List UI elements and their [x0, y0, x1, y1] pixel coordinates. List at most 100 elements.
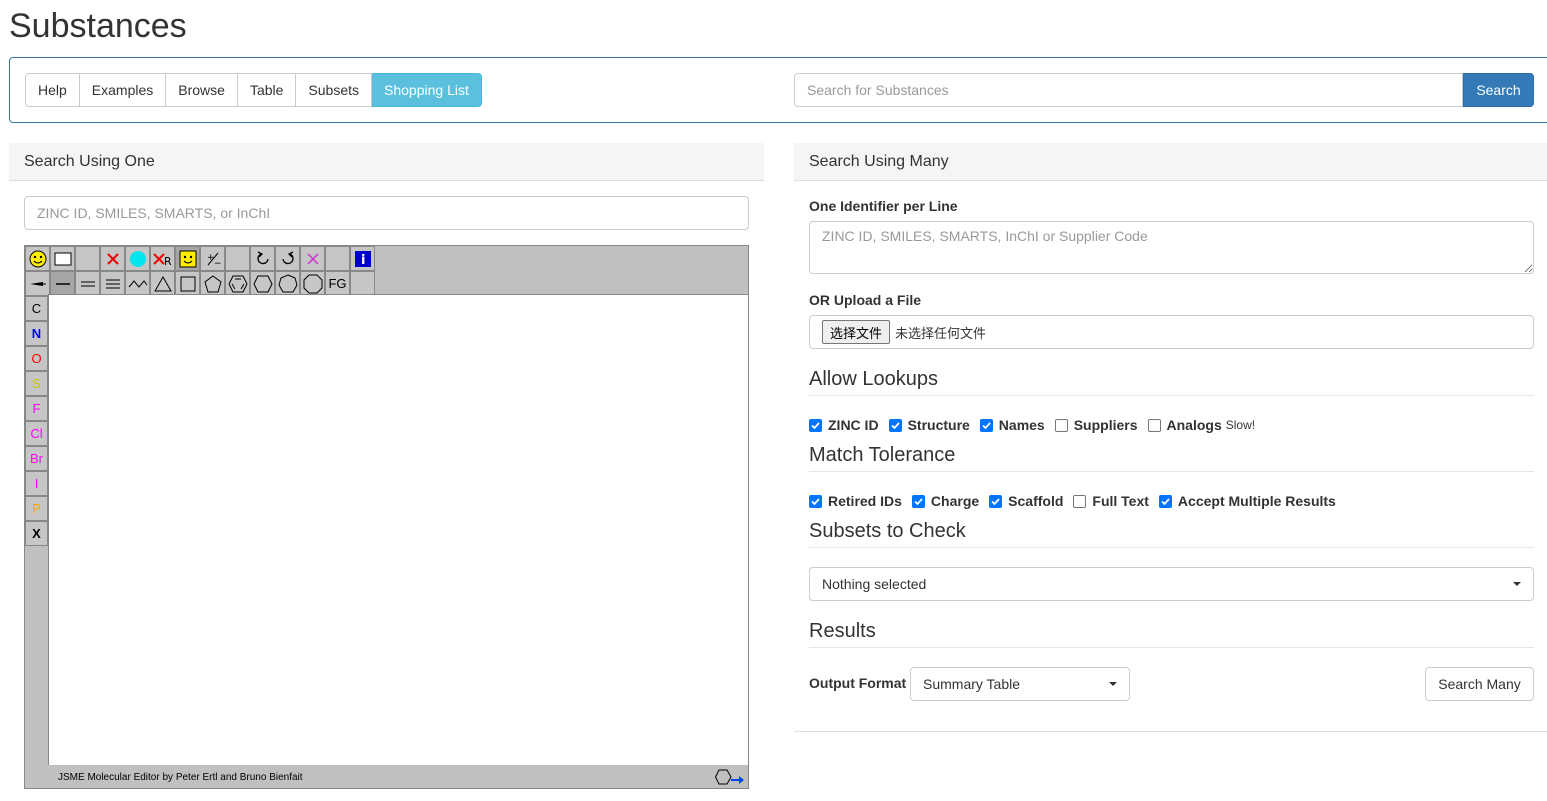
atom-button[interactable]: P [25, 496, 48, 521]
svg-text:−: − [214, 259, 221, 267]
charge-icon[interactable]: + − [200, 246, 225, 271]
checkbox-checked-icon[interactable] [809, 418, 822, 432]
ring-3-icon[interactable] [150, 271, 175, 296]
tab-subsets[interactable]: Subsets [296, 73, 373, 107]
match-tolerance-heading: Match Tolerance [809, 443, 1534, 472]
single-identifier-input[interactable] [24, 196, 749, 230]
atom-button[interactable]: Br [25, 446, 48, 471]
tab-help[interactable]: Help [25, 73, 80, 107]
functional-group-button[interactable]: FG [325, 271, 350, 296]
checkbox-option[interactable]: Analogs Slow! [1147, 417, 1255, 433]
redo-icon[interactable] [275, 246, 300, 271]
checkbox-label: Structure [907, 417, 970, 433]
atom-button[interactable]: C [25, 296, 48, 321]
checkbox-checked-icon[interactable] [911, 494, 925, 508]
template-smiley-icon[interactable] [175, 246, 200, 271]
jsme-logo-icon[interactable] [714, 768, 745, 786]
checkbox-option[interactable]: Names [979, 417, 1045, 433]
page-title: Substances [9, 7, 187, 45]
checkbox-checked-icon[interactable] [1158, 494, 1172, 508]
triple-bond-icon[interactable] [100, 271, 125, 296]
ring-8-icon[interactable] [300, 271, 325, 296]
checkbox-option[interactable]: Retired IDs [809, 493, 902, 509]
top-navbar: Help Examples Browse Table Subsets Shopp… [9, 57, 1547, 123]
choose-file-button[interactable]: 选择文件 [822, 320, 891, 344]
ring-4-icon[interactable] [175, 271, 200, 296]
jsme-credit: JSME Molecular Editor by Peter Ertl and … [58, 772, 303, 783]
stereo-bond-icon[interactable] [25, 271, 50, 296]
allow-lookups-heading: Allow Lookups [809, 367, 1534, 396]
checkbox-option[interactable]: Charge [911, 493, 980, 509]
blank-tool-2[interactable] [225, 246, 250, 271]
checkbox-unchecked-icon[interactable] [1054, 418, 1068, 432]
caret-down-icon [1109, 682, 1117, 686]
chain-icon[interactable] [125, 271, 150, 296]
atom-button[interactable]: O [25, 346, 48, 371]
checkbox-label: Full Text [1092, 493, 1149, 509]
atom-button[interactable]: F [25, 396, 48, 421]
checkbox-checked-icon[interactable] [979, 418, 993, 432]
editor-atom-palette: C N O S F Cl Br I P X [25, 296, 48, 546]
match-tolerance-options: Retired IDs Charge Scaffold Full Text Accept… [809, 493, 1346, 509]
checkbox-option[interactable]: Scaffold [989, 493, 1063, 509]
checkbox-option[interactable]: ZINC ID [809, 417, 879, 433]
mark-icon[interactable] [300, 246, 325, 271]
atom-button[interactable]: Cl [25, 421, 48, 446]
subsets-heading: Subsets to Check [809, 519, 1534, 548]
search-many-button[interactable]: Search Many [1425, 667, 1534, 701]
nav-tabs: Help Examples Browse Table Subsets Shopp… [25, 73, 482, 107]
identifiers-textarea[interactable] [809, 221, 1534, 274]
delete-icon[interactable] [100, 246, 125, 271]
checkbox-label: Accept Multiple Results [1177, 493, 1336, 509]
allow-lookups-options: ZINC ID Structure Names Suppliers Analogs Slo… [809, 417, 1265, 433]
checkbox-label: Retired IDs [828, 493, 902, 509]
output-format-select[interactable]: Summary Table [910, 667, 1130, 701]
identifier-per-line-label: One Identifier per Line [809, 198, 958, 214]
checkbox-label: Charge [930, 493, 980, 509]
delete-r-icon[interactable]: R [150, 246, 175, 271]
undo-icon[interactable] [250, 246, 275, 271]
benzene-icon[interactable] [225, 271, 250, 296]
subsets-select[interactable]: Nothing selected [809, 567, 1534, 601]
checkbox-checked-icon[interactable] [888, 418, 902, 432]
tab-examples[interactable]: Examples [79, 73, 167, 107]
checkbox-unchecked-icon[interactable] [1147, 418, 1161, 432]
checkbox-checked-icon[interactable] [809, 494, 822, 508]
checkbox-option[interactable]: Suppliers [1054, 417, 1138, 433]
blank-tool-3[interactable] [325, 246, 350, 271]
checkbox-label: Names [998, 417, 1045, 433]
output-format-value: Summary Table [923, 676, 1021, 692]
clear-icon[interactable] [50, 246, 75, 271]
blank-tool-4[interactable] [350, 271, 375, 296]
tab-table[interactable]: Table [237, 73, 297, 107]
substance-search-input[interactable] [794, 73, 1463, 107]
double-bond-icon[interactable] [75, 271, 100, 296]
ring-6-icon[interactable] [250, 271, 275, 296]
atom-button[interactable]: S [25, 371, 48, 396]
info-icon[interactable]: i [350, 246, 375, 271]
ring-7-icon[interactable] [275, 271, 300, 296]
color-icon[interactable] [125, 246, 150, 271]
tab-browse[interactable]: Browse [166, 73, 238, 107]
output-format-label: Output Format [809, 675, 907, 691]
molecule-drawing-canvas[interactable] [48, 294, 748, 765]
atom-button[interactable]: I [25, 471, 48, 496]
checkbox-option[interactable]: Structure [888, 417, 970, 433]
checkbox-option[interactable]: Accept Multiple Results [1158, 493, 1336, 509]
single-bond-icon[interactable] [50, 271, 75, 296]
blank-tool[interactable] [75, 246, 100, 271]
ring-5-icon[interactable] [200, 271, 225, 296]
svg-text:R: R [164, 255, 172, 267]
checkbox-option[interactable]: Full Text [1073, 493, 1149, 509]
checkbox-checked-icon[interactable] [989, 494, 1003, 508]
checkbox-unchecked-icon[interactable] [1073, 494, 1087, 508]
search-button[interactable]: Search [1463, 73, 1534, 107]
tab-shopping-list[interactable]: Shopping List [372, 73, 482, 107]
jsme-molecular-editor: R + − i FG C N O S F Cl Br I P X JSME Mo… [24, 245, 749, 789]
smiley-icon[interactable] [25, 246, 50, 271]
editor-toolbar-top: R + − i [25, 246, 375, 271]
file-status-text: 未选择任何文件 [895, 325, 987, 341]
search-one-header: Search Using One [9, 143, 764, 181]
atom-button[interactable]: X [25, 521, 48, 546]
atom-button[interactable]: N [25, 321, 48, 346]
